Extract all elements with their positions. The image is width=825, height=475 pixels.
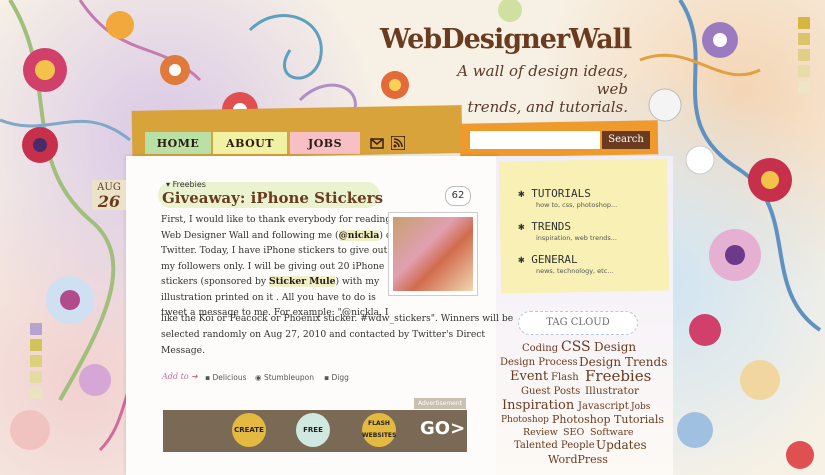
color-swatch (30, 355, 42, 367)
post-body: First, I would like to thank everybody f… (161, 212, 400, 321)
tag-link[interactable]: Javascript (578, 401, 629, 412)
mail-icon[interactable] (370, 136, 384, 150)
nav-about[interactable]: ABOUT (213, 132, 287, 154)
ad-flash-button[interactable]: FLASH WEBSITES (362, 413, 396, 447)
color-swatch (798, 65, 810, 77)
section-trends-sub: inspiration, web trends... (536, 234, 617, 242)
tag-link[interactable]: WordPress (548, 453, 608, 466)
body-line: Twitter. Today, I have iPhone stickers t… (161, 245, 400, 256)
color-swatch (798, 49, 810, 61)
nickla-link[interactable]: @nickla (338, 229, 380, 241)
tag-link[interactable]: SEO (563, 427, 584, 438)
tag-link[interactable]: Design (594, 340, 636, 354)
tag-link[interactable]: Illustrator (585, 385, 639, 397)
body-line: selected randomly on Aug 27, 2010 and co… (161, 329, 486, 340)
color-swatch (30, 323, 42, 335)
category-label[interactable]: Freebies (173, 180, 206, 189)
body-line: like the Koi or Peacock or Phoenix stick… (161, 313, 514, 324)
color-swatch (798, 81, 810, 93)
share-stumbleupon[interactable]: ◉ Stumbleupon (255, 373, 314, 382)
section-general[interactable]: ✱ GENERAL (518, 253, 578, 266)
color-swatch (30, 387, 42, 399)
tag-link[interactable]: Photoshop Tutorials (552, 413, 664, 426)
body-line: my followers only. I will be giving out … (161, 260, 385, 272)
post-thumbnail[interactable] (388, 212, 478, 296)
tag-link[interactable]: Design Process (500, 357, 578, 368)
color-swatch (798, 17, 810, 29)
tag-link[interactable]: Review (523, 427, 558, 438)
tag-link[interactable]: Event (510, 369, 548, 384)
tag-link[interactable]: Jobs (631, 402, 650, 412)
color-swatch (30, 371, 42, 383)
post-date: AUG 26 (92, 180, 126, 210)
share-delicious[interactable]: ▪ Delicious (205, 373, 246, 382)
tag-link[interactable]: Software (590, 427, 634, 438)
date-day: 26 (97, 192, 121, 211)
tag-link[interactable]: Flash (551, 372, 579, 383)
color-swatch (30, 339, 42, 351)
body-line: First, I would like to thank everybody f… (161, 214, 392, 225)
rss-icon[interactable] (391, 136, 405, 150)
search-button[interactable]: Search (602, 131, 650, 149)
search-input[interactable] (470, 131, 600, 149)
tag-link[interactable]: Guest Posts (521, 386, 580, 397)
share-digg[interactable]: ▪ Digg (324, 373, 349, 382)
ad-go[interactable]: GO> (420, 418, 465, 439)
section-trends[interactable]: ✱ TRENDS (518, 220, 571, 233)
nav-jobs[interactable]: JOBS (290, 132, 360, 154)
body-line: Web Designer Wall and following me (@nic… (161, 229, 397, 241)
ad-label: Advertisement (414, 398, 466, 409)
section-general-sub: news, technology, etc... (536, 267, 614, 275)
post-title[interactable]: Giveaway: iPhone Stickers (162, 189, 383, 207)
site-logo[interactable]: WebDesignerWall (380, 24, 632, 55)
body-line: illustration printed on it . All you hav… (161, 291, 376, 303)
post-category[interactable]: ▾ Freebies (166, 180, 206, 189)
nav-home[interactable]: HOME (145, 132, 211, 154)
section-tutorials-sub: how to, css, photoshop... (536, 201, 618, 209)
color-swatch (798, 33, 810, 45)
add-to-label: Add to ➜ (162, 372, 198, 381)
body-line: stickers (sponsored by Sticker Mule) wit… (161, 276, 380, 287)
tag-link[interactable]: Coding (522, 343, 558, 354)
tag-link[interactable]: Photoshop (501, 415, 549, 425)
tagline-line: A wall of design ideas, web (457, 62, 628, 98)
tag-link[interactable]: Freebies (585, 367, 651, 385)
tagcloud-title: TAG CLOUD (518, 311, 638, 335)
tag-link[interactable]: Talented People (514, 440, 595, 451)
section-tutorials[interactable]: ✱ TUTORIALS (518, 187, 591, 200)
sticker-mule-link[interactable]: Sticker Mule (269, 276, 336, 287)
ad-create-button[interactable]: CREATE (232, 413, 266, 447)
body-line: Message. (161, 345, 205, 356)
ad-free-button[interactable]: FREE (296, 413, 330, 447)
comment-count[interactable]: 62 (445, 186, 471, 206)
tag-link[interactable]: Inspiration (502, 398, 574, 413)
tag-link[interactable]: CSS (561, 339, 591, 355)
tag-link[interactable]: Updates (596, 438, 647, 452)
